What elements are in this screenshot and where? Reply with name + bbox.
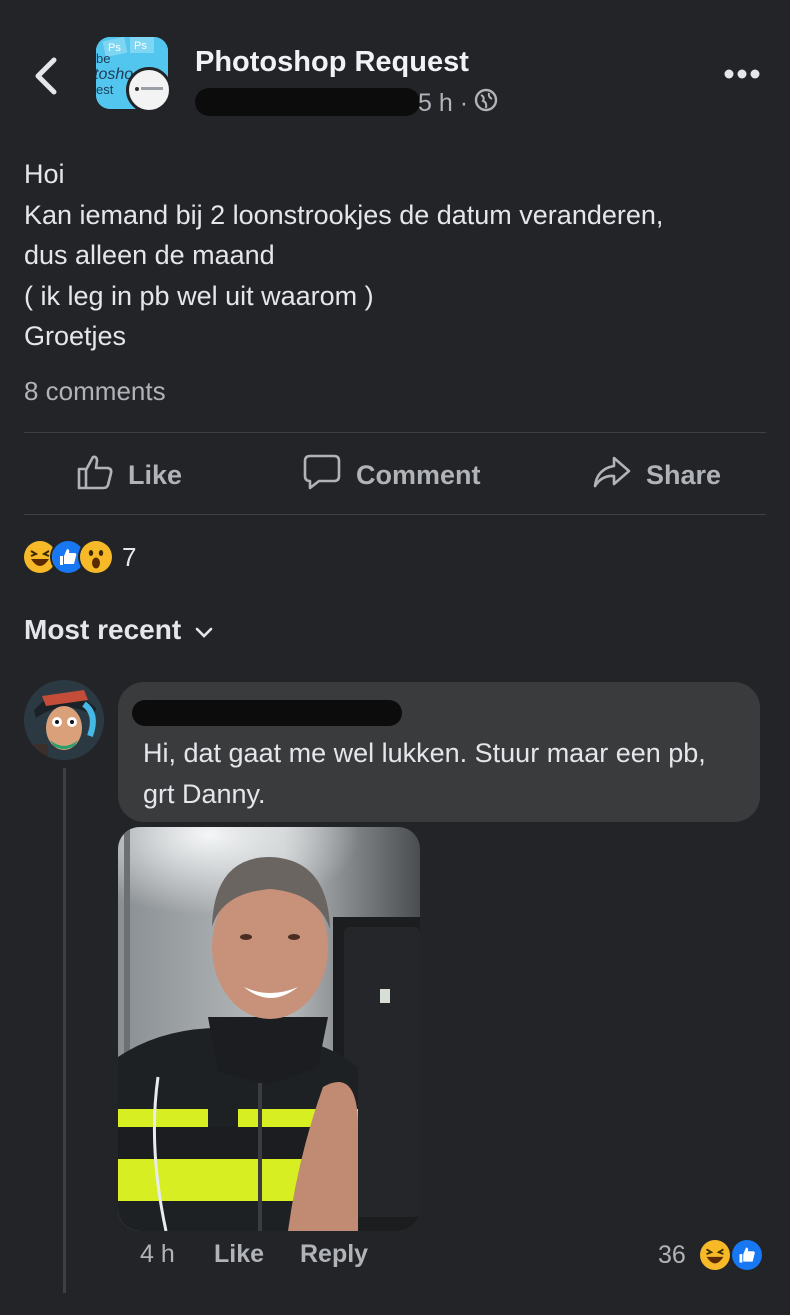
like-reaction-icon — [729, 1238, 764, 1272]
comment-count[interactable]: 8 comments — [24, 376, 166, 407]
redacted-author-name — [195, 88, 420, 116]
share-label: Share — [646, 459, 722, 490]
share-arrow-icon — [592, 453, 632, 498]
comment-button[interactable]: Comment — [302, 452, 481, 498]
thumbs-up-icon — [76, 453, 114, 498]
post-line: dus alleen de maand — [24, 240, 275, 270]
back-arrow-icon[interactable] — [28, 52, 68, 100]
comment-label: Comment — [356, 459, 481, 490]
share-button[interactable]: Share — [592, 452, 721, 498]
comment-time: 4 h — [140, 1240, 175, 1268]
speech-bubble-icon — [302, 453, 342, 498]
redacted-commenter-name — [132, 700, 402, 726]
comment-reply-button[interactable]: Reply — [300, 1240, 368, 1269]
group-avatar[interactable]: Ps Ps be tosho est — [96, 37, 172, 113]
more-options-icon[interactable] — [722, 64, 762, 84]
sort-label: Most recent — [24, 614, 182, 645]
group-name[interactable]: Photoshop Request — [195, 46, 469, 79]
haha-reaction-icon — [697, 1238, 732, 1272]
globe-icon — [474, 88, 498, 119]
thread-line — [63, 768, 66, 1293]
comment-photo[interactable] — [118, 827, 420, 1231]
commenter-avatar[interactable] — [24, 680, 104, 760]
reaction-summary[interactable]: 7 — [22, 538, 136, 576]
author-avatar[interactable] — [126, 67, 172, 113]
post-line: ( ik leg in pb wel uit waarom ) — [24, 280, 374, 311]
like-label: Like — [128, 459, 183, 490]
logo-ps-2: Ps — [134, 40, 147, 52]
post-line: Groetjes — [24, 321, 127, 351]
logo-word-3: est — [96, 82, 114, 97]
divider — [24, 432, 766, 433]
comment-sort-dropdown[interactable]: Most recent — [24, 614, 213, 646]
chevron-down-icon — [195, 614, 213, 646]
post-line: Kan iemand bij 2 loonstrookjes de datum … — [24, 199, 664, 230]
comment-like-button[interactable]: Like — [214, 1240, 264, 1269]
wow-reaction-icon — [78, 539, 114, 575]
divider — [24, 514, 766, 515]
post-body: Hoi Kan iemand bij 2 loonstrookjes de da… — [24, 154, 774, 357]
post-meta: 5 h · — [418, 88, 498, 119]
post-line: Hoi — [24, 159, 65, 189]
post-time[interactable]: 5 h · — [418, 89, 468, 118]
reaction-count: 7 — [122, 541, 137, 572]
comment-reaction-summary[interactable]: 36 — [658, 1238, 764, 1272]
logo-word-1: be — [96, 51, 110, 66]
comment-reaction-count: 36 — [658, 1240, 686, 1269]
like-button[interactable]: Like — [76, 452, 182, 498]
comment-text: Hi, dat gaat me wel lukken. Stuur maar e… — [143, 738, 706, 809]
